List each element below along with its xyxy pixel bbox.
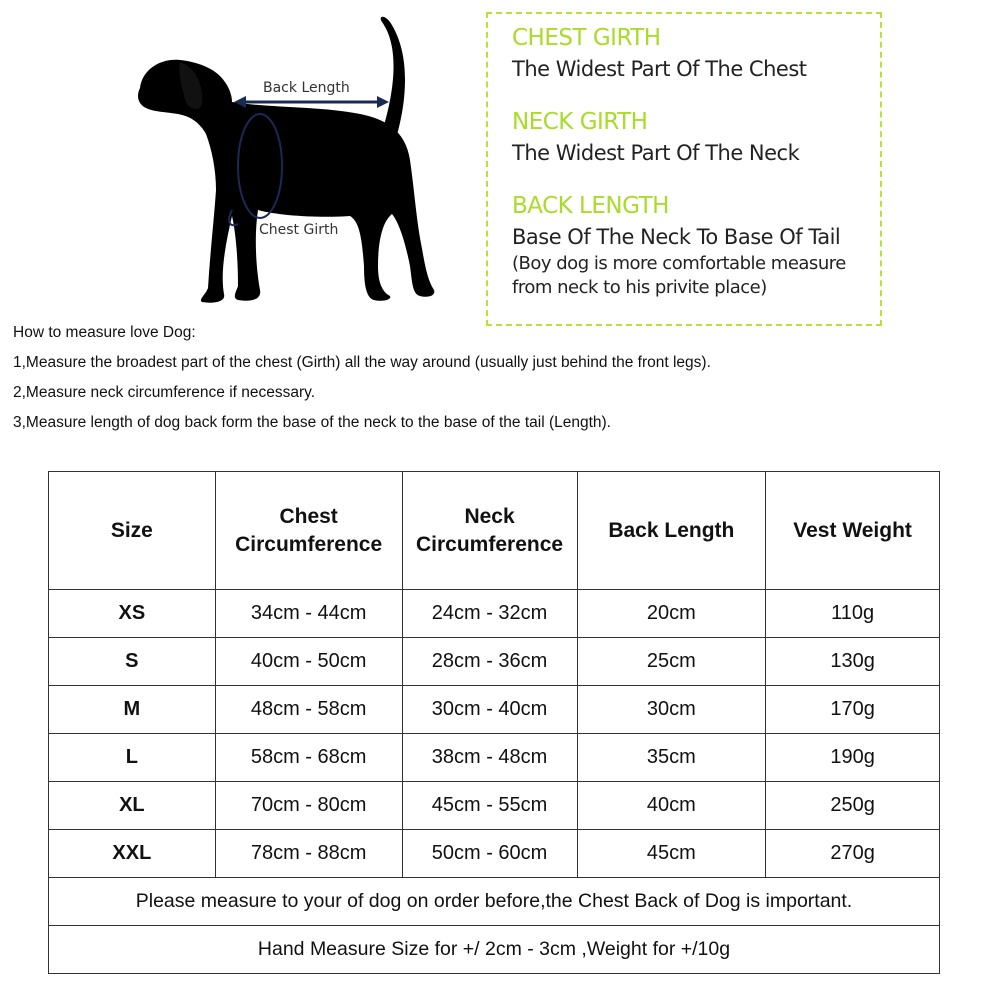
table-row: XXL 78cm - 88cm 50cm - 60cm 45cm 270g (48, 829, 940, 878)
cell-weight: 250g (765, 781, 940, 830)
cell-chest: 58cm - 68cm (214, 733, 403, 782)
instructions-title: How to measure love Dog: (13, 324, 196, 341)
cell-chest: 48cm - 58cm (214, 685, 403, 734)
instruction-step: 1,Measure the broadest part of the chest… (13, 354, 711, 371)
cell-neck: 24cm - 32cm (401, 589, 578, 638)
instruction-step: 3,Measure length of dog back form the ba… (13, 414, 611, 431)
cell-size: XL (48, 781, 216, 830)
cell-back: 20cm (576, 589, 767, 638)
cell-back: 35cm (576, 733, 767, 782)
cell-weight: 110g (765, 589, 940, 638)
cell-weight: 190g (765, 733, 940, 782)
header-chest-line1: Chest (279, 504, 338, 528)
cell-size: XS (48, 589, 216, 638)
header-vest-weight: Vest Weight (765, 471, 940, 590)
tolerance-note: Hand Measure Size for +/ 2cm - 3cm ,Weig… (48, 925, 940, 974)
dog-measurement-diagram: Back Length Chest Girth (120, 10, 460, 310)
cell-size: XXL (48, 829, 216, 878)
cell-back: 40cm (576, 781, 767, 830)
header-neck: Neck Circumference (401, 471, 578, 590)
neck-girth-heading: NECK GIRTH (512, 109, 648, 135)
header-back-length: Back Length (576, 471, 767, 590)
table-row: XL 70cm - 80cm 45cm - 55cm 40cm 250g (48, 781, 940, 830)
cell-chest: 70cm - 80cm (214, 781, 403, 830)
chest-girth-description: The Widest Part Of The Chest (512, 57, 807, 81)
cell-neck: 45cm - 55cm (401, 781, 578, 830)
back-length-heading: BACK LENGTH (512, 193, 669, 219)
cell-neck: 38cm - 48cm (401, 733, 578, 782)
table-row: M 48cm - 58cm 30cm - 40cm 30cm 170g (48, 685, 940, 734)
cell-neck: 50cm - 60cm (401, 829, 578, 878)
measure-note: Please measure to your of dog on order b… (48, 877, 940, 926)
cell-chest: 34cm - 44cm (214, 589, 403, 638)
back-length-label: Back Length (263, 80, 350, 96)
chest-girth-heading: CHEST GIRTH (512, 25, 661, 51)
chest-girth-label: Chest Girth (259, 222, 339, 238)
table-row: L 58cm - 68cm 38cm - 48cm 35cm 190g (48, 733, 940, 782)
dog-silhouette-icon (138, 16, 435, 303)
header-size: Size (48, 471, 216, 590)
back-length-note-line1: (Boy dog is more comfortable measure (512, 253, 846, 274)
table-note-row: Please measure to your of dog on order b… (48, 877, 940, 926)
instruction-step: 2,Measure neck circumference if necessar… (13, 384, 316, 401)
measurement-info-box: CHEST GIRTH The Widest Part Of The Chest… (486, 12, 882, 326)
cell-weight: 270g (765, 829, 940, 878)
cell-neck: 28cm - 36cm (401, 637, 578, 686)
cell-size: M (48, 685, 216, 734)
back-length-section: BACK LENGTH Base Of The Neck To Base Of … (512, 190, 880, 300)
cell-neck: 30cm - 40cm (401, 685, 578, 734)
size-chart-table: Size Chest Circumference Neck Circumferenc… (48, 471, 940, 974)
header-neck-line1: Neck (464, 504, 515, 528)
cell-chest: 78cm - 88cm (214, 829, 403, 878)
measuring-instructions: How to measure love Dog: 1,Measure the b… (13, 318, 711, 438)
header-chest: Chest Circumference (214, 471, 403, 590)
cell-back: 25cm (576, 637, 767, 686)
cell-weight: 130g (765, 637, 940, 686)
header-chest-line2: Circumference (235, 532, 383, 556)
table-row: XS 34cm - 44cm 24cm - 32cm 20cm 110g (48, 589, 940, 638)
chest-girth-section: CHEST GIRTH The Widest Part Of The Chest (512, 22, 880, 84)
table-header-row: Size Chest Circumference Neck Circumferenc… (48, 471, 940, 590)
cell-back: 30cm (576, 685, 767, 734)
back-length-note-line2: from neck to his privite place) (512, 277, 767, 298)
header-neck-line2: Circumference (416, 532, 564, 556)
neck-girth-section: NECK GIRTH The Widest Part Of The Neck (512, 106, 880, 168)
table-note-row: Hand Measure Size for +/ 2cm - 3cm ,Weig… (48, 925, 940, 974)
back-length-description: Base Of The Neck To Base Of Tail (512, 225, 841, 249)
cell-size: L (48, 733, 216, 782)
table-row: S 40cm - 50cm 28cm - 36cm 25cm 130g (48, 637, 940, 686)
cell-size: S (48, 637, 216, 686)
cell-back: 45cm (576, 829, 767, 878)
cell-chest: 40cm - 50cm (214, 637, 403, 686)
cell-weight: 170g (765, 685, 940, 734)
neck-girth-description: The Widest Part Of The Neck (512, 141, 800, 165)
